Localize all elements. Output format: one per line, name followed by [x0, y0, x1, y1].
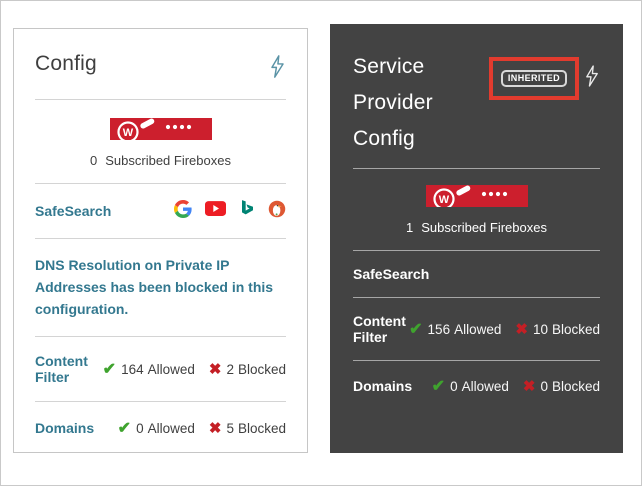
allowed-count: 0: [450, 379, 458, 394]
safesearch-row: SafeSearch: [353, 251, 600, 297]
config-card-header: Config: [35, 29, 286, 84]
domains-row: Domains ✔ 0 Allowed ✖ 0 Blocked: [353, 361, 600, 411]
allowed-count: 164: [121, 362, 144, 377]
check-icon: ✔: [103, 359, 116, 379]
allowed-label: Allowed: [454, 322, 501, 337]
blocked-count: 0: [540, 379, 548, 394]
service-provider-card-header: Service Provider Config INHERITED: [353, 24, 600, 157]
red-highlight-annotation: INHERITED: [489, 57, 579, 100]
x-icon: ✖: [209, 360, 222, 378]
subscribed-count: 0: [90, 153, 97, 168]
allowed-label: Allowed: [148, 421, 195, 436]
check-icon: ✔: [432, 376, 445, 396]
safesearch-engine-icons: [174, 199, 286, 223]
subscribed-label: Subscribed Fireboxes: [421, 220, 547, 235]
config-card[interactable]: Config W 0Subscribed Fireboxes S: [13, 28, 308, 453]
blocked-count: 10: [533, 322, 548, 337]
allowed-label: Allowed: [148, 362, 195, 377]
page-title: Config: [35, 52, 97, 76]
content-filter-stats: ✔ 164 Allowed ✖ 2 Blocked: [103, 359, 286, 379]
svg-text:W: W: [122, 127, 133, 139]
blocked-label: Blocked: [552, 322, 600, 337]
svg-text:W: W: [438, 194, 449, 206]
youtube-icon: [205, 201, 226, 221]
allowed-label: Allowed: [462, 379, 509, 394]
blocked-label: Blocked: [552, 379, 600, 394]
content-filter-label: Content Filter: [35, 353, 103, 385]
page-title: Service Provider Config: [353, 49, 489, 157]
subscribed-fireboxes: 1 Subscribed Fireboxes: [353, 220, 600, 235]
subscribed-count: 1: [406, 220, 413, 235]
x-icon: ✖: [515, 320, 528, 338]
content-filter-row: Content Filter ✔ 156 Allowed ✖ 10 Blocke…: [353, 298, 600, 360]
check-icon: ✔: [409, 319, 422, 339]
firebox-section: W 1 Subscribed Fireboxes: [353, 169, 600, 250]
actions-lightning-icon[interactable]: [584, 64, 600, 93]
check-icon: ✔: [118, 418, 131, 438]
domains-label: Domains: [35, 420, 94, 436]
blocked-count: 5: [226, 421, 234, 436]
allowed-count: 156: [428, 322, 451, 337]
domains-row: Domains ✔ 0 Allowed ✖ 5 Blocked: [35, 402, 286, 454]
content-filter-label: Content Filter: [353, 313, 409, 345]
subscribed-label: Subscribed Fireboxes: [105, 153, 231, 168]
domains-label: Domains: [353, 378, 412, 394]
actions-lightning-icon[interactable]: [269, 54, 286, 84]
firebox-device-image: W: [426, 185, 528, 212]
header-right-group: INHERITED: [489, 57, 600, 100]
firebox-section: W 0 Subscribed Fireboxes: [35, 100, 286, 183]
service-provider-config-card[interactable]: Service Provider Config INHERITED W: [330, 24, 623, 453]
firebox-device-image: W: [110, 118, 212, 145]
allowed-count: 0: [136, 421, 144, 436]
blocked-count: 2: [226, 362, 234, 377]
domains-stats: ✔ 0 Allowed ✖ 0 Blocked: [432, 376, 600, 396]
x-icon: ✖: [209, 419, 222, 437]
google-icon: [174, 200, 192, 223]
bing-icon: [239, 199, 255, 223]
content-filter-stats: ✔ 156 Allowed ✖ 10 Blocked: [409, 319, 600, 339]
blocked-label: Blocked: [238, 421, 286, 436]
duckduckgo-icon: [268, 200, 286, 223]
x-icon: ✖: [523, 377, 536, 395]
domains-stats: ✔ 0 Allowed ✖ 5 Blocked: [118, 418, 286, 438]
blocked-label: Blocked: [238, 362, 286, 377]
safesearch-row: SafeSearch: [35, 184, 286, 238]
safesearch-label: SafeSearch: [35, 203, 111, 219]
content-filter-row: Content Filter ✔ 164 Allowed ✖ 2 Blocked: [35, 337, 286, 401]
subscribed-fireboxes: 0 Subscribed Fireboxes: [35, 153, 286, 168]
safesearch-label: SafeSearch: [353, 266, 429, 282]
dns-resolution-message: DNS Resolution on Private IP Addresses h…: [35, 239, 286, 336]
inherited-badge: INHERITED: [501, 70, 567, 87]
